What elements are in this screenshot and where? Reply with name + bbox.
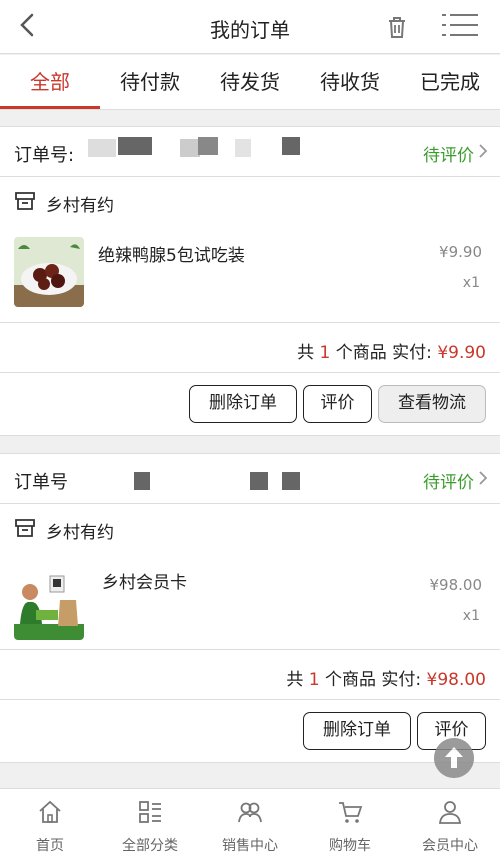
tabbar-item-member[interactable]: 会员中心 (400, 789, 500, 858)
summary-count: 1 (308, 670, 320, 690)
tab-pending-payment[interactable]: 待付款 (100, 55, 200, 109)
tabbar-label: 会员中心 (422, 838, 478, 854)
order-summary-text: 共 1 个商品 实付: ¥9.90 (297, 338, 486, 363)
back-to-top-icon[interactable] (434, 738, 474, 778)
tab-all[interactable]: 全部 (0, 55, 100, 109)
product-name: 绝辣鸭腺5包试吃装 (98, 246, 245, 266)
order-number-redacted (118, 137, 152, 155)
order-header[interactable]: 订单号 待评价 (0, 454, 500, 504)
tabbar-label: 购物车 (329, 838, 371, 854)
tab-pending-shipment[interactable]: 待发货 (200, 55, 300, 109)
category-icon (139, 801, 161, 823)
summary-label: 个商品 实付: (335, 343, 432, 363)
header: 我的订单 (0, 0, 500, 54)
tabbar-label: 销售中心 (222, 838, 278, 854)
product-price: ¥98.00 (429, 576, 483, 594)
bottom-tab-bar: 首页 全部分类 销售中心 购物车 会员中心 (0, 788, 500, 858)
view-logistics-button[interactable]: 查看物流 (378, 385, 486, 423)
trash-icon[interactable] (384, 14, 410, 40)
sales-center-icon (238, 802, 262, 823)
tab-completed[interactable]: 已完成 (400, 55, 500, 109)
order-number-redacted (180, 139, 200, 157)
shop-name: 乡村有约 (46, 523, 114, 543)
order-number-label: 订单号 (14, 472, 68, 493)
order-number-redacted (250, 472, 268, 490)
summary-label: 个商品 实付: (324, 670, 422, 690)
order-number-redacted (134, 472, 150, 490)
order-card: 订单号: 待评价 乡村有约 绝辣鸭腺5包试吃装 ¥9.90 x1 共 1 个商品… (0, 126, 500, 436)
order-number-redacted (282, 472, 300, 490)
order-item[interactable]: 乡村会员卡 ¥98.00 x1 (0, 554, 500, 650)
order-status: 待评价 (423, 473, 474, 493)
product-thumbnail (14, 570, 84, 640)
product-price: ¥9.90 (439, 243, 482, 261)
order-number-redacted (282, 137, 300, 155)
order-number-label: 订单号: (14, 145, 75, 166)
tabbar-item-home[interactable]: 首页 (0, 789, 100, 858)
order-summary-text: 共 1 个商品 实付: ¥98.00 (286, 665, 486, 690)
member-icon (438, 801, 462, 824)
order-number-redacted (198, 137, 218, 155)
delete-order-button[interactable]: 删除订单 (189, 385, 297, 423)
order-tabs: 全部 待付款 待发货 待收货 已完成 (0, 55, 500, 110)
list-menu-icon[interactable] (440, 12, 480, 38)
shop-row[interactable]: 乡村有约 (0, 177, 500, 227)
tabbar-label: 首页 (36, 838, 64, 854)
tabbar-label: 全部分类 (122, 838, 178, 854)
summary-prefix: 共 (286, 670, 304, 690)
order-number-redacted (88, 139, 116, 157)
home-icon (39, 800, 61, 823)
summary-total: ¥98.00 (426, 670, 486, 690)
order-status: 待评价 (423, 146, 474, 166)
shop-icon (15, 192, 35, 210)
product-quantity: x1 (462, 275, 480, 291)
order-header[interactable]: 订单号: 待评价 (0, 127, 500, 177)
shop-row[interactable]: 乡村有约 (0, 504, 500, 554)
summary-prefix: 共 (297, 343, 315, 363)
review-button[interactable]: 评价 (303, 385, 372, 423)
delete-order-button[interactable]: 删除订单 (303, 712, 411, 750)
order-summary: 共 1 个商品 实付: ¥9.90 (0, 323, 500, 373)
order-summary: 共 1 个商品 实付: ¥98.00 (0, 650, 500, 700)
order-actions: 删除订单 评价 (0, 700, 500, 762)
shop-name: 乡村有约 (46, 196, 114, 216)
order-actions: 删除订单 评价 查看物流 (0, 373, 500, 435)
cart-icon (339, 802, 363, 823)
chevron-right-icon (479, 144, 488, 158)
product-thumbnail (14, 237, 84, 307)
product-name: 乡村会员卡 (102, 573, 187, 593)
tabbar-item-cart[interactable]: 购物车 (300, 789, 400, 858)
shop-icon (15, 519, 35, 537)
product-quantity: x1 (462, 608, 480, 624)
chevron-right-icon (479, 471, 488, 485)
tabbar-item-sales-center[interactable]: 销售中心 (200, 789, 300, 858)
tabbar-item-category[interactable]: 全部分类 (100, 789, 200, 858)
summary-count: 1 (319, 343, 331, 363)
order-card: 订单号 待评价 乡村有约 乡村会员卡 ¥98.00 x1 共 1 个商品 实付:… (0, 453, 500, 763)
tab-pending-receipt[interactable]: 待收货 (300, 55, 400, 109)
order-item[interactable]: 绝辣鸭腺5包试吃装 ¥9.90 x1 (0, 227, 500, 323)
page-title: 我的订单 (210, 18, 290, 42)
order-number-redacted (235, 139, 251, 157)
summary-total: ¥9.90 (437, 343, 486, 363)
